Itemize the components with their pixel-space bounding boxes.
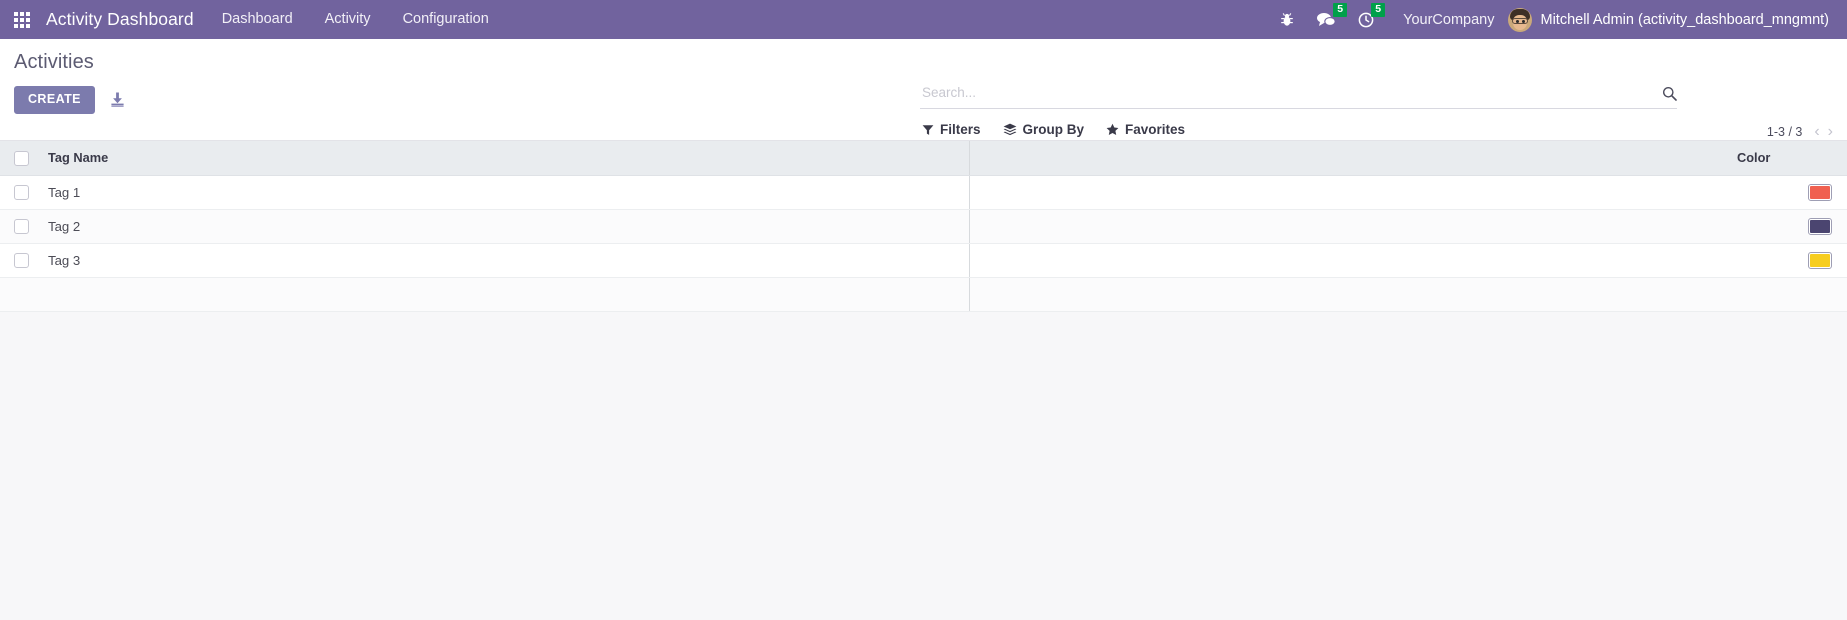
row-select-cell — [0, 175, 40, 210]
favorites-dropdown[interactable]: Favorites — [1106, 122, 1185, 137]
filler-cell — [0, 277, 40, 312]
table-body: Tag 1 Tag 2 Tag 3 — [0, 175, 1847, 312]
row-select-cell — [0, 243, 40, 278]
search-facets: Filters Group By Favorites — [920, 122, 1677, 137]
cell-spacer — [968, 209, 1729, 244]
search-row — [920, 85, 1677, 109]
search-input[interactable] — [920, 85, 1656, 102]
page-background — [0, 311, 1847, 620]
navbar-left-group: Activity Dashboard Dashboard Activity Co… — [0, 0, 505, 39]
table-filler-row — [0, 277, 1847, 312]
star-icon — [1106, 123, 1119, 135]
cell-spacer — [968, 243, 1729, 278]
filters-label: Filters — [940, 122, 981, 137]
pager: 1-3 / 3 ‹ › — [1767, 124, 1833, 140]
filters-dropdown[interactable]: Filters — [922, 122, 981, 137]
apps-menu-button[interactable] — [0, 0, 44, 39]
header-tag-name[interactable]: Tag Name — [40, 141, 969, 176]
pager-previous-button[interactable]: ‹ — [1814, 124, 1819, 140]
create-button[interactable]: CREATE — [14, 86, 95, 114]
export-button[interactable] — [105, 89, 130, 110]
top-navbar: Activity Dashboard Dashboard Activity Co… — [0, 0, 1847, 39]
navbar-right-group: 5 5 YourCompany Mitchell Admin (activity… — [1269, 0, 1847, 39]
cell-tag-name[interactable]: Tag 3 — [40, 243, 969, 278]
header-spacer — [968, 141, 1729, 176]
table-head: Tag Name Color — [0, 141, 1847, 176]
app-brand-title[interactable]: Activity Dashboard — [44, 9, 206, 30]
cell-tag-name[interactable]: Tag 2 — [40, 209, 969, 244]
table-row[interactable]: Tag 2 — [0, 209, 1847, 244]
row-select-cell — [0, 209, 40, 244]
bug-report-button[interactable] — [1269, 0, 1305, 39]
avatar — [1508, 7, 1533, 32]
cell-color — [1729, 243, 1847, 278]
filter-funnel-icon — [922, 124, 934, 135]
pager-next-button[interactable]: › — [1828, 124, 1833, 140]
filler-cell — [40, 277, 969, 312]
table-header-row: Tag Name Color — [0, 141, 1847, 176]
download-import-icon — [111, 92, 124, 108]
filler-cell — [1729, 277, 1847, 312]
activities-badge: 5 — [1371, 3, 1386, 17]
search-icon — [1663, 87, 1677, 101]
row-checkbox[interactable] — [14, 253, 29, 268]
select-all-checkbox[interactable] — [14, 150, 29, 166]
user-name-label: Mitchell Admin (activity_dashboard_mngmn… — [1540, 11, 1829, 28]
color-swatch[interactable] — [1808, 184, 1832, 201]
cell-tag-name[interactable]: Tag 1 — [40, 175, 969, 210]
user-menu[interactable]: Mitchell Admin (activity_dashboard_mngmn… — [1508, 7, 1833, 32]
control-panel-left: Activities CREATE — [14, 39, 894, 114]
bug-icon — [1281, 13, 1293, 26]
color-swatch[interactable] — [1808, 252, 1832, 269]
row-checkbox[interactable] — [14, 219, 29, 234]
messages-badge: 5 — [1333, 3, 1348, 17]
breadcrumb: Activities — [14, 51, 94, 73]
nav-menu-dashboard[interactable]: Dashboard — [206, 0, 309, 39]
layers-stack-icon — [1003, 123, 1016, 136]
color-swatch[interactable] — [1808, 218, 1832, 235]
activities-button[interactable]: 5 — [1347, 0, 1386, 39]
company-switcher[interactable]: YourCompany — [1385, 12, 1508, 28]
pager-range: 1-3 / 3 — [1766, 125, 1803, 139]
list-view: Tag Name Color Tag 1 Tag 2 Tag 3 — [0, 141, 1847, 312]
cell-spacer — [968, 175, 1729, 210]
search-area: Filters Group By Favorites — [920, 85, 1677, 137]
row-checkbox[interactable] — [14, 185, 29, 200]
nav-menu-configuration[interactable]: Configuration — [387, 0, 505, 39]
control-panel: Activities CREATE Search... Filters Grou… — [0, 39, 1847, 141]
grid-apps-icon — [14, 11, 30, 28]
filler-cell — [968, 277, 1729, 312]
cell-color — [1729, 175, 1847, 210]
control-panel-buttons: CREATE — [14, 86, 894, 114]
nav-menu-activity[interactable]: Activity — [309, 0, 387, 39]
table-row[interactable]: Tag 1 — [0, 175, 1847, 210]
cell-color — [1729, 209, 1847, 244]
header-select-all-cell — [0, 141, 40, 176]
group-by-label: Group By — [1022, 122, 1085, 137]
pager-nav: ‹ › — [1808, 124, 1833, 140]
search-button[interactable] — [1656, 86, 1677, 101]
tags-table: Tag Name Color Tag 1 Tag 2 Tag 3 — [0, 141, 1847, 312]
header-color[interactable]: Color — [1729, 141, 1847, 176]
table-row[interactable]: Tag 3 — [0, 243, 1847, 278]
favorites-label: Favorites — [1125, 122, 1186, 137]
messages-button[interactable]: 5 — [1305, 0, 1348, 39]
group-by-dropdown[interactable]: Group By — [1003, 122, 1085, 137]
